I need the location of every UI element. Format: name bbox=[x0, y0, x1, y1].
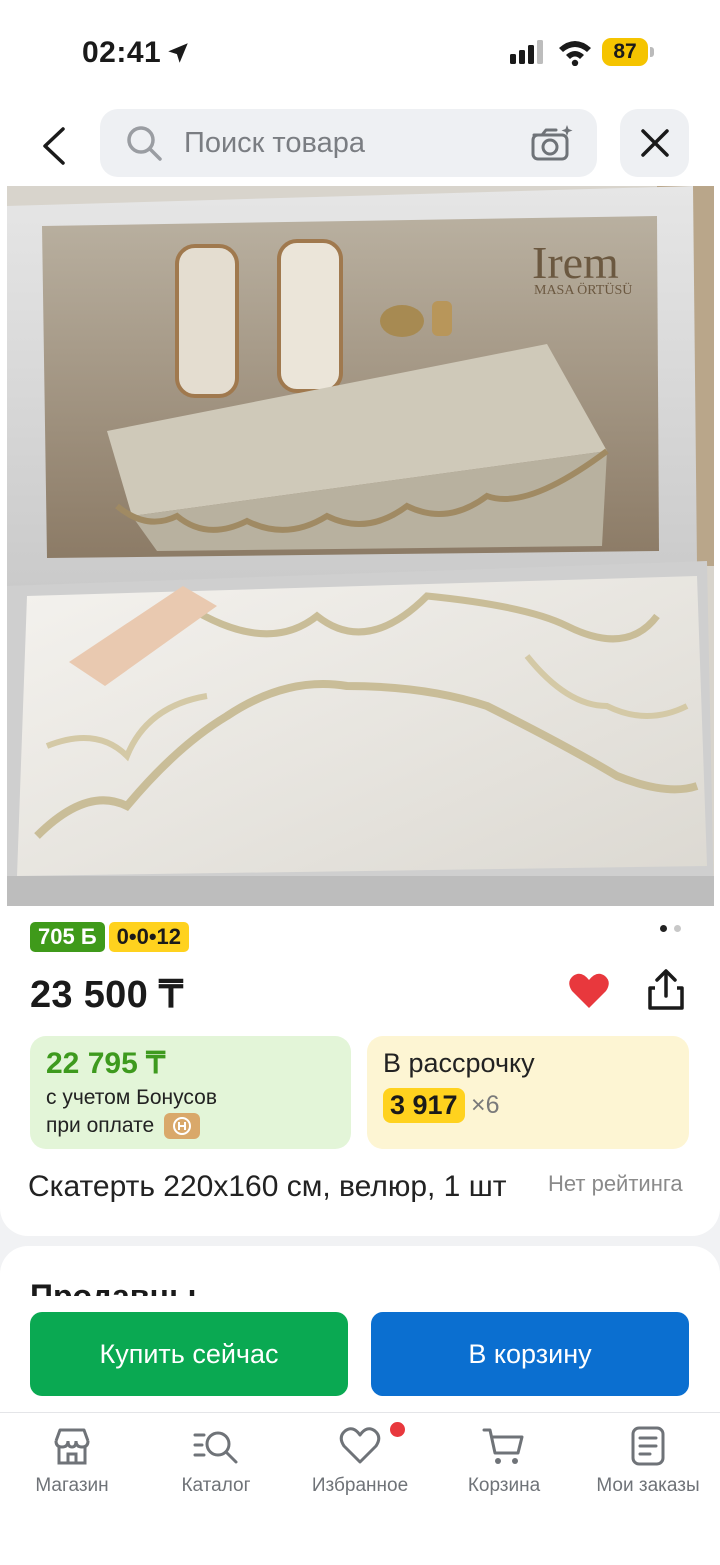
back-button[interactable] bbox=[28, 120, 80, 172]
box-subtitle-text: MASA ÖRTÜSÜ bbox=[534, 281, 632, 298]
bonus-badge: 705 Б bbox=[30, 922, 105, 952]
store-icon bbox=[54, 1428, 90, 1465]
tab-label: Мои заказы bbox=[596, 1475, 700, 1496]
product-price: 23 500 ₸ bbox=[30, 974, 184, 1016]
bonus-caption: с учетом Бонусов bbox=[46, 1086, 217, 1109]
signal-icon bbox=[510, 40, 543, 64]
favorite-heart-icon[interactable] bbox=[568, 972, 610, 1010]
installment-amount: 3 917 bbox=[383, 1088, 465, 1123]
wifi-icon bbox=[559, 41, 591, 66]
pager-dot bbox=[674, 925, 681, 932]
badges: 705 Б 0•0•12 bbox=[30, 922, 189, 952]
installment-badge: 0•0•12 bbox=[108, 922, 189, 952]
product-photo: Irem MASA ÖRTÜSÜ bbox=[7, 186, 714, 906]
tab-label: Магазин bbox=[35, 1475, 109, 1496]
product-card: Irem MASA ÖRTÜSÜ 705 Б 0•0•12 23 500 ₸ 2… bbox=[0, 186, 720, 1236]
pager-dot-active bbox=[660, 925, 667, 932]
payment-method-icon bbox=[164, 1113, 200, 1139]
heart-icon bbox=[339, 1427, 381, 1464]
camera-search-icon[interactable] bbox=[530, 123, 574, 163]
bottom-tab-bar: Магазин Каталог Избранное Корзина Мои за… bbox=[0, 1412, 720, 1565]
tab-cart[interactable]: Корзина bbox=[432, 1425, 576, 1525]
close-icon bbox=[640, 129, 669, 157]
cart-icon bbox=[482, 1428, 524, 1464]
bonus-price-box[interactable]: 22 795 ₸ с учетом Бонусов при оплате bbox=[30, 1036, 351, 1149]
bonus-payment-caption: при оплате bbox=[46, 1114, 155, 1137]
image-pager bbox=[660, 925, 681, 932]
bonus-price: 22 795 ₸ bbox=[46, 1047, 166, 1080]
product-image[interactable]: Irem MASA ÖRTÜSÜ bbox=[7, 186, 714, 906]
box-brand-text: Irem bbox=[532, 237, 619, 288]
close-button[interactable] bbox=[620, 109, 689, 177]
battery-tip bbox=[650, 47, 654, 57]
tab-label: Избранное bbox=[311, 1475, 409, 1496]
tab-orders[interactable]: Мои заказы bbox=[576, 1425, 720, 1525]
chevron-left-icon bbox=[43, 127, 65, 165]
tab-store[interactable]: Магазин bbox=[0, 1425, 144, 1525]
catalog-icon bbox=[193, 1431, 238, 1464]
tab-catalog[interactable]: Каталог bbox=[144, 1425, 288, 1525]
status-bar: 02:41 87 bbox=[0, 0, 720, 100]
installment-box[interactable]: В рассрочку 3 917 ×6 bbox=[367, 1036, 689, 1149]
installment-multiplier: ×6 bbox=[471, 1091, 500, 1119]
share-icon[interactable] bbox=[645, 968, 687, 1012]
location-arrow-icon bbox=[168, 43, 188, 63]
product-rating[interactable]: Нет рейтинга bbox=[548, 1171, 683, 1197]
add-to-cart-button[interactable]: В корзину bbox=[371, 1312, 689, 1396]
product-title: Скатерть 220х160 см, велюр, 1 шт bbox=[28, 1170, 507, 1203]
tab-label: Корзина bbox=[467, 1475, 541, 1496]
buy-now-button[interactable]: Купить сейчас bbox=[30, 1312, 348, 1396]
orders-icon bbox=[631, 1426, 665, 1466]
status-time: 02:41 bbox=[82, 36, 162, 69]
search-icon bbox=[127, 126, 162, 161]
search-box[interactable] bbox=[100, 109, 597, 177]
action-bar: Купить сейчас В корзину bbox=[0, 1296, 720, 1412]
tab-favorites[interactable]: Избранное bbox=[288, 1425, 432, 1525]
installment-title: В рассрочку bbox=[383, 1048, 535, 1078]
favorites-notification-dot bbox=[390, 1422, 405, 1437]
battery-indicator: 87 bbox=[602, 38, 648, 66]
search-header bbox=[0, 100, 720, 186]
tab-label: Каталог bbox=[181, 1475, 251, 1496]
search-input[interactable] bbox=[184, 109, 514, 177]
